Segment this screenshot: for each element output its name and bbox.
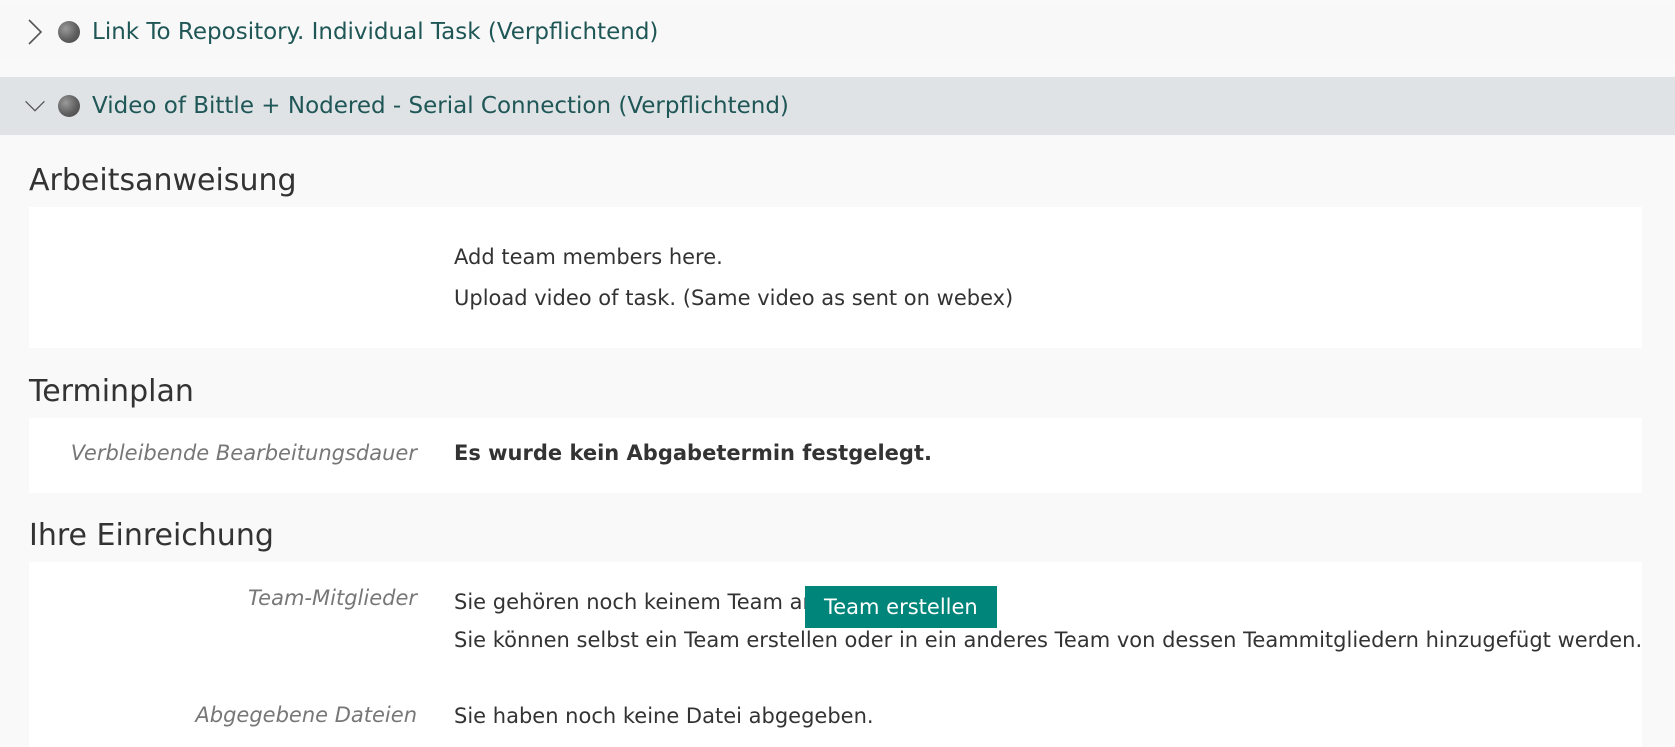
submitted-files-value: Sie haben noch keine Datei abgegeben. [454,704,874,728]
accordion-item-title[interactable]: Video of Bittle + Nodered - Serial Conne… [92,93,789,119]
instructions-panel: Add team members here. Upload video of t… [29,207,1642,348]
deadline-value: Es wurde kein Abgabetermin festgelegt. [454,441,932,465]
accordion-item-video-bittle-nodered[interactable]: Video of Bittle + Nodered - Serial Conne… [0,77,1675,135]
assignment-page: Link To Repository. Individual Task (Ver… [0,0,1675,747]
create-team-button[interactable]: Team erstellen [805,586,997,628]
accordion-item-link-to-repository[interactable]: Link To Repository. Individual Task (Ver… [0,3,1675,61]
chevron-right-icon[interactable] [24,17,46,47]
submitted-files-label: Abgegebene Dateien [195,703,417,727]
team-members-label: Team-Mitglieder [247,586,417,610]
section-heading-instructions: Arbeitsanweisung [29,163,297,198]
status-indicator-icon [58,21,80,43]
section-heading-submission: Ihre Einreichung [29,518,274,553]
team-status-text: Sie gehören noch keinem Team an. [454,590,823,614]
instruction-line: Upload video of task. (Same video as sen… [454,286,1014,310]
schedule-panel: Verbleibende Bearbeitungsdauer Es wurde … [29,418,1642,493]
status-indicator-icon [58,95,80,117]
section-heading-schedule: Terminplan [29,374,194,409]
accordion-item-title[interactable]: Link To Repository. Individual Task (Ver… [92,19,658,45]
remaining-time-label: Verbleibende Bearbeitungsdauer [70,441,417,465]
team-hint-text: Sie können selbst ein Team erstellen ode… [454,628,1643,652]
chevron-down-icon[interactable] [24,91,46,121]
instruction-line: Add team members here. [454,245,723,269]
